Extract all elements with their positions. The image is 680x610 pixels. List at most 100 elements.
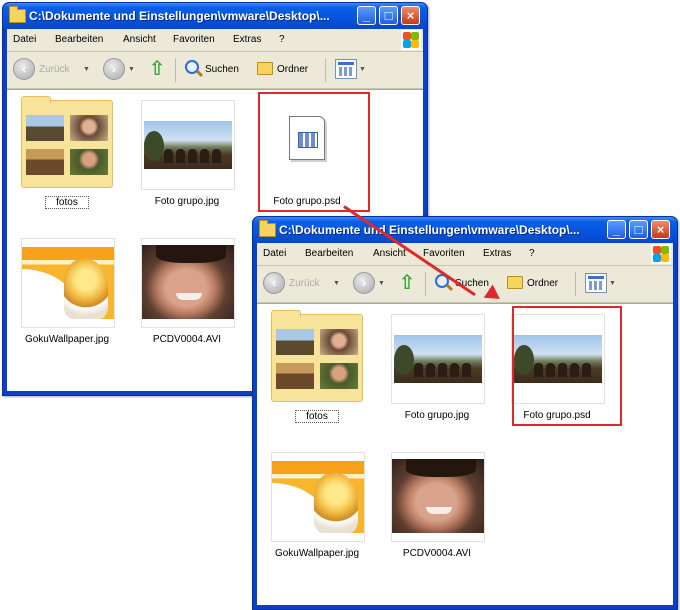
image-thumbnail [141,100,235,190]
menu-favoriten[interactable]: Favoriten [173,34,215,45]
list-item-foto-grupo-jpg[interactable]: Foto grupo.jpg [385,314,489,424]
back-label: Zurück [289,278,320,289]
item-label: PCDV0004.AVI [402,548,472,559]
folders-icon[interactable] [257,62,273,75]
folder-up-icon[interactable]: ⇧ [397,272,417,294]
menu-favoriten[interactable]: Favoriten [423,248,465,259]
menu-extras[interactable]: Extras [483,248,511,259]
toolbar-separator [175,58,176,82]
menu-datei[interactable]: Datei [263,248,286,259]
wallpaper-detail [272,483,332,533]
group-photo [144,121,232,169]
folder-icon [259,220,276,237]
item-label: fotos [45,196,89,209]
close-button[interactable]: × [651,220,670,239]
window-title: C:\Dokumente und Einstellungen\vmware\De… [279,223,580,237]
menu-extras[interactable]: Extras [233,34,261,45]
list-item-pcdv0004-avi[interactable]: PCDV0004.AVI [385,452,489,562]
forward-arrow-icon: › [111,61,117,76]
highlight-box-psd-thumbnail [512,306,622,426]
folders-button-label[interactable]: Ordner [277,64,308,75]
image-thumbnail [271,452,365,542]
folder-preview [70,115,108,141]
folder-up-icon[interactable]: ⇧ [147,58,167,80]
menu-bearbeiten[interactable]: Bearbeiten [55,34,103,45]
maximize-icon: □ [634,222,643,237]
wallpaper-image [272,461,364,533]
item-label: GokuWallpaper.jpg [274,548,360,559]
toolbar-separator [575,272,576,296]
forward-dropdown-icon[interactable]: ▼ [128,66,135,73]
forward-dropdown-icon[interactable]: ▼ [378,280,385,287]
minimize-button[interactable]: _ [607,220,626,239]
list-item-goku-wallpaper[interactable]: GokuWallpaper.jpg [265,452,369,562]
menu-ansicht[interactable]: Ansicht [373,248,406,259]
folder-preview [276,363,314,389]
back-arrow-icon: ‹ [21,61,27,76]
search-icon[interactable] [185,60,199,74]
video-frame [142,245,234,319]
video-thumbnail [141,238,235,328]
folder-preview [26,149,64,175]
toolbar: ‹ Zurück ▼ › ▼ ⇧ Suchen Ordner ▼ [7,52,423,89]
folder-thumbnail-icon [271,310,363,402]
image-thumbnail [391,314,485,404]
menu-help[interactable]: ? [279,34,285,45]
back-button[interactable]: ‹ [263,272,285,294]
folder-preview [276,329,314,355]
windows-logo-icon [401,30,421,50]
folders-button-label[interactable]: Ordner [527,278,558,289]
back-dropdown-icon[interactable]: ▼ [83,66,90,73]
menu-ansicht[interactable]: Ansicht [123,34,156,45]
close-icon: × [406,8,415,23]
menu-bearbeiten[interactable]: Bearbeiten [305,248,353,259]
title-bar[interactable]: C:\Dokumente und Einstellungen\vmware\De… [3,3,427,29]
forward-button[interactable]: › [103,58,125,80]
tree [144,131,164,161]
group-photo [394,335,482,383]
views-dropdown-icon[interactable]: ▼ [359,66,366,73]
window-title: C:\Dokumente und Einstellungen\vmware\De… [29,9,330,23]
menu-bar: Datei Bearbeiten Ansicht Favoriten Extra… [257,243,673,266]
list-item-goku-wallpaper[interactable]: GokuWallpaper.jpg [15,238,119,348]
views-dropdown-icon[interactable]: ▼ [609,280,616,287]
windows-logo-icon [651,244,671,264]
toolbar-separator [425,272,426,296]
folder-preview [320,363,358,389]
video-thumbnail [391,452,485,542]
back-label: Zurück [39,64,70,75]
back-button[interactable]: ‹ [13,58,35,80]
item-label: Foto grupo.jpg [404,410,470,421]
wallpaper-image [22,247,114,319]
search-button-label[interactable]: Suchen [205,64,239,75]
menu-datei[interactable]: Datei [13,34,36,45]
menu-help[interactable]: ? [529,248,535,259]
item-label: Foto grupo.jpg [154,196,220,207]
toolbar-separator [325,58,326,82]
folder-preview [26,115,64,141]
views-icon[interactable] [585,273,607,293]
menu-bar: Datei Bearbeiten Ansicht Favoriten Extra… [7,29,423,52]
list-item-fotos[interactable]: fotos [15,96,119,210]
folder-preview [320,329,358,355]
folders-icon[interactable] [507,276,523,289]
image-thumbnail [21,238,115,328]
title-bar[interactable]: C:\Dokumente und Einstellungen\vmware\De… [253,217,677,243]
list-item-foto-grupo-jpg[interactable]: Foto grupo.jpg [135,100,239,210]
highlight-box-psd-icon [258,92,370,212]
folder-icon [9,6,26,23]
maximize-button[interactable]: □ [379,6,398,25]
maximize-button[interactable]: □ [629,220,648,239]
list-item-pcdv0004-avi[interactable]: PCDV0004.AVI [135,238,239,348]
item-label: fotos [295,410,339,423]
forward-button[interactable]: › [353,272,375,294]
item-label: PCDV0004.AVI [152,334,222,345]
views-icon[interactable] [335,59,357,79]
back-arrow-icon: ‹ [271,275,277,290]
item-label: GokuWallpaper.jpg [24,334,110,345]
list-item-fotos[interactable]: fotos [265,310,369,424]
wallpaper-detail [22,269,82,319]
close-button[interactable]: × [401,6,420,25]
minimize-button[interactable]: _ [357,6,376,25]
back-dropdown-icon[interactable]: ▼ [333,280,340,287]
